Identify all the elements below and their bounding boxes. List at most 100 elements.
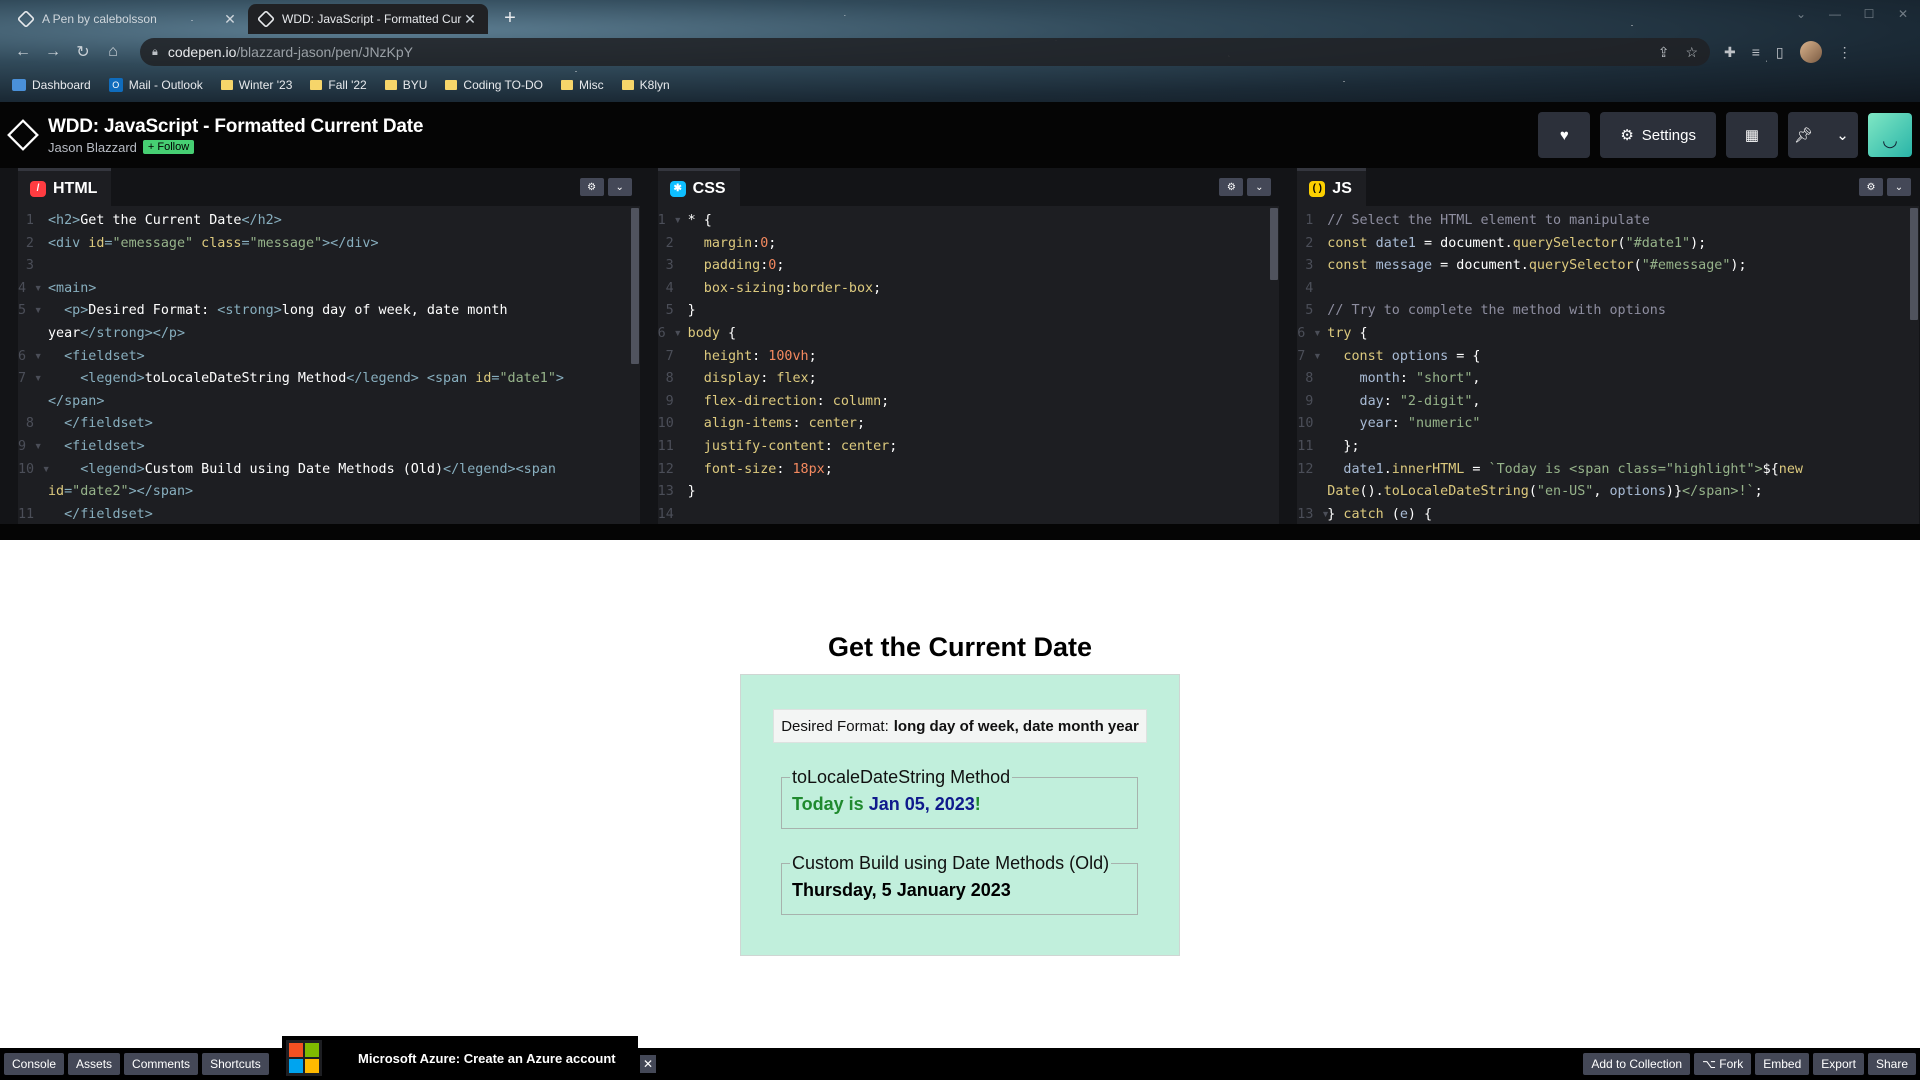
code-line: 2 <div id="emessage" class="message"></di… <box>25 235 379 251</box>
code-line: 11 justify-content: center; <box>657 438 898 454</box>
js-code[interactable]: 1// Select the HTML element to manipulat… <box>1297 206 1919 524</box>
author-name[interactable]: Jason Blazzard <box>48 140 137 155</box>
lock-icon[interactable]: 🔒︎ <box>152 46 158 59</box>
bookmark-label: K8lyn <box>639 78 670 92</box>
follow-button[interactable]: + Follow <box>142 140 195 154</box>
tab-js[interactable]: ( ) JS <box>1297 168 1366 206</box>
bookmark-byu[interactable]: BYU <box>384 78 427 92</box>
codepen-logo-icon[interactable] <box>7 119 39 151</box>
pen-title[interactable]: WDD: JavaScript - Formatted Current Date <box>48 116 423 138</box>
code-line: 6 ▾ body { <box>657 325 737 341</box>
editor-settings-gear-icon[interactable]: ⚙ <box>579 178 604 196</box>
code-line: 1 <h2>Get the Current Date</h2> <box>25 213 282 228</box>
assets-button[interactable]: Assets <box>68 1053 121 1075</box>
bookmark-star-icon[interactable]: ☆ <box>1685 44 1698 61</box>
preview-resize-handle[interactable] <box>0 524 1920 540</box>
css-editor-panel: ✱ CSS ⚙ ⌄ 1 ▾ * { 2 margin:0; 3 padding:0… <box>657 168 1280 524</box>
html-editor-panel: / HTML ⚙ ⌄ 1 <h2>Get the Current Date</h2… <box>17 168 640 524</box>
close-tab-icon[interactable]: ✕ <box>222 11 238 28</box>
bookmark-winter23[interactable]: Winter '23 <box>220 78 292 92</box>
side-panel-icon[interactable]: ▯ <box>1776 44 1784 61</box>
editor-settings-gear-icon[interactable]: ⚙ <box>1219 178 1244 196</box>
kebab-menu-icon[interactable]: ⋮ <box>1838 44 1852 61</box>
chevron-down-icon[interactable]: ⌄ <box>1247 178 1272 196</box>
close-tab-icon[interactable]: ✕ <box>462 11 478 28</box>
forward-icon[interactable]: → <box>40 43 66 61</box>
tab-html[interactable]: / HTML <box>17 168 112 206</box>
code-line: 3 <box>25 258 34 274</box>
bookmark-misc[interactable]: Misc <box>561 78 604 92</box>
minimize-icon[interactable]: — <box>1818 0 1852 28</box>
add-to-collection-button[interactable]: Add to Collection <box>1583 1053 1691 1075</box>
fork-button[interactable]: ⌥ Fork <box>1694 1053 1752 1075</box>
bookmark-label: Mail - Outlook <box>128 78 203 92</box>
bookmark-outlook[interactable]: O Mail - Outlook <box>108 78 203 92</box>
browser-chrome: A Pen by calebolsson ✕ WDD: JavaScript -… <box>0 0 1920 102</box>
code-line: 3 const message = document.querySelector(… <box>1305 258 1747 274</box>
code-line: 10 year: "numeric" <box>1297 416 1481 432</box>
close-window-icon[interactable]: ✕ <box>1886 0 1920 28</box>
js-editor-panel: ( ) JS ⚙ ⌄ 1// Select the HTML element t… <box>1297 168 1919 524</box>
back-icon[interactable]: ← <box>10 43 36 61</box>
scrollbar-thumb[interactable] <box>630 208 639 364</box>
code-line: 3 padding:0; <box>665 258 785 274</box>
code-line: 9 ▾ <fieldset> <box>17 438 145 454</box>
profile-avatar[interactable] <box>1799 41 1822 63</box>
code-line: 1// Select the HTML element to manipulat… <box>1305 213 1650 228</box>
extensions-puzzle-icon[interactable]: ✚ <box>1724 44 1736 61</box>
scrollbar-thumb[interactable] <box>1270 208 1279 280</box>
chevron-down-icon[interactable]: ⌄ <box>607 178 632 196</box>
home-icon[interactable]: ⌂ <box>100 43 126 61</box>
like-button[interactable]: ♥ <box>1538 112 1591 158</box>
scrollbar-thumb[interactable] <box>1909 208 1918 320</box>
css-tab-label: CSS <box>692 179 726 197</box>
editor-settings-gear-icon[interactable]: ⚙ <box>1858 178 1883 196</box>
ad-text: Microsoft Azure: Create an Azure account <box>358 1050 616 1066</box>
code-line: </span> <box>47 393 105 409</box>
tab-title: WDD: JavaScript - Formatted Cur <box>282 12 462 26</box>
comments-button[interactable]: Comments <box>124 1053 199 1075</box>
share-icon[interactable]: ⇪ <box>1658 44 1670 61</box>
tab-css[interactable]: ✱ CSS <box>657 168 740 206</box>
chevron-down-icon[interactable]: ⌄ <box>1886 178 1911 196</box>
shortcuts-button[interactable]: Shortcuts <box>202 1053 269 1075</box>
css-lang-icon: ✱ <box>669 180 686 197</box>
code-line: 1 ▾ * { <box>657 213 712 228</box>
layout-button[interactable]: ▦ <box>1726 112 1778 158</box>
pin-button[interactable]: 📌︎ ⌄ <box>1788 112 1858 158</box>
desired-format-message: Desired Format: long day of week, date m… <box>773 709 1147 743</box>
bookmark-fall22[interactable]: Fall '22 <box>310 78 367 92</box>
export-button[interactable]: Export <box>1813 1053 1864 1075</box>
chevron-down-icon[interactable]: ⌄ <box>1827 126 1858 144</box>
today-suffix: ! <box>974 794 981 814</box>
tab-search-icon[interactable]: ⌄ <box>1784 0 1818 28</box>
js-editor-tools: ⚙ ⌄ <box>1858 178 1911 196</box>
codepen-header: WDD: JavaScript - Formatted Current Date… <box>0 102 1920 168</box>
maximize-icon[interactable]: ☐ <box>1852 0 1886 28</box>
css-code[interactable]: 1 ▾ * { 2 margin:0; 3 padding:0; 4 box-si… <box>658 206 1280 524</box>
tab-strip: A Pen by calebolsson ✕ WDD: JavaScript -… <box>0 0 1920 34</box>
embed-button[interactable]: Embed <box>1755 1053 1810 1075</box>
sponsor-ad[interactable]: Microsoft Azure: Create an Azure account <box>282 1036 638 1080</box>
html-code[interactable]: 1 <h2>Get the Current Date</h2> 2 <div id=… <box>18 206 640 524</box>
css-scrollbar[interactable] <box>1269 206 1279 524</box>
bookmark-dashboard[interactable]: Dashboard <box>12 78 91 92</box>
code-line: 14 <box>657 506 674 522</box>
user-avatar[interactable]: ◡ <box>1868 113 1912 157</box>
bookmark-coding-todo[interactable]: Coding TO-DO <box>445 78 543 92</box>
reading-list-icon[interactable]: ≡ <box>1752 44 1760 60</box>
browser-tab-pen[interactable]: A Pen by calebolsson ✕ <box>8 4 248 34</box>
code-line: 2 margin:0; <box>665 235 777 251</box>
js-scrollbar[interactable] <box>1909 206 1919 524</box>
new-tab-button[interactable]: + <box>496 4 524 32</box>
address-bar[interactable]: 🔒︎ codepen.io /blazzard-jason/pen/JNzKpY… <box>140 38 1710 66</box>
share-button[interactable]: Share <box>1867 1053 1916 1075</box>
bookmark-k8lyn[interactable]: K8lyn <box>621 78 670 92</box>
browser-tab-active[interactable]: WDD: JavaScript - Formatted Cur ✕ <box>248 4 488 34</box>
close-ad-icon[interactable]: ✕ <box>640 1055 656 1073</box>
html-scrollbar[interactable] <box>630 206 640 524</box>
settings-button[interactable]: ⚙ Settings <box>1600 112 1716 158</box>
folder-icon <box>621 80 634 90</box>
reload-icon[interactable]: ↻ <box>70 42 96 62</box>
console-button[interactable]: Console <box>4 1053 65 1075</box>
